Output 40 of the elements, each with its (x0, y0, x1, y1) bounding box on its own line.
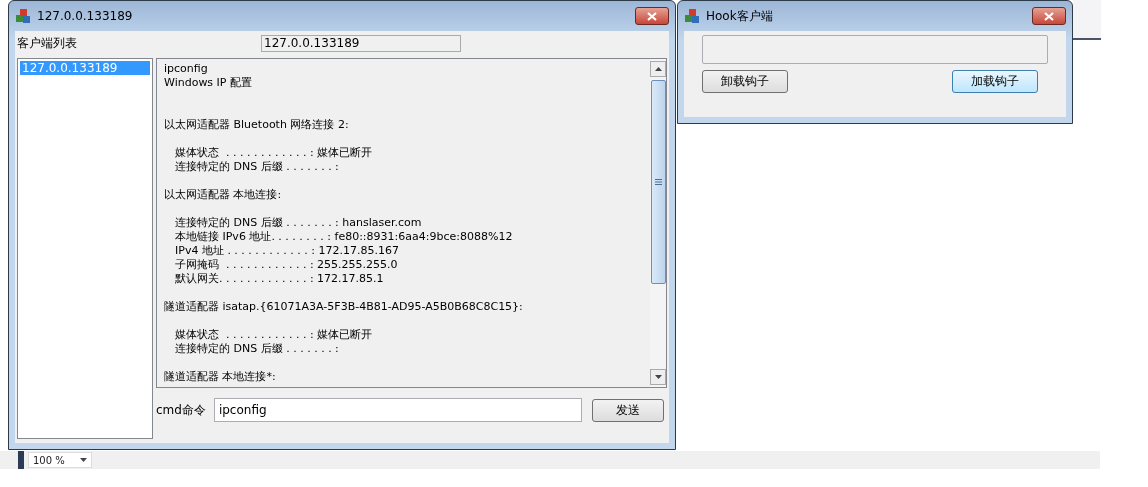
output-line: Windows IP 配置 (164, 76, 252, 90)
close-icon (1044, 11, 1054, 21)
zoom-dropdown[interactable]: 100 % (28, 452, 92, 468)
output-line: 隧道适配器 本地连接*: (164, 370, 276, 384)
grip-icon (654, 179, 662, 185)
output-line: 子网掩码 . . . . . . . . . . . . : 255.255.255.0 (175, 258, 398, 272)
output-line: 本地链接 IPv6 地址. . . . . . . . : fe80::8931:6aa4:9bce:8088%12 (175, 230, 513, 244)
send-button[interactable]: 发送 (591, 398, 664, 422)
scrollbar-thumb[interactable] (650, 80, 666, 284)
hook-button[interactable]: 卸载钩子 (702, 70, 788, 93)
close-button[interactable] (635, 7, 669, 25)
app-icon (684, 8, 700, 24)
app-icon (15, 8, 31, 24)
scroll-down-button[interactable] (650, 369, 666, 385)
caret-up-icon (654, 67, 662, 71)
caret-down-icon (80, 458, 87, 462)
output-line: 媒体状态 . . . . . . . . . . . . : 媒体已断开 (175, 146, 373, 160)
output-line: ipconfig (164, 62, 208, 76)
output-line: 以太网适配器 本地连接: (164, 188, 282, 202)
close-icon (647, 11, 657, 21)
output-line: 以太网适配器 Bluetooth 网络连接 2: (164, 118, 349, 132)
output-line: 隧道适配器 isatap.{61071A3A-5F3B-4B81-AD95-A5B0B68C8C15}: (164, 300, 523, 314)
output-line: 连接特定的 DNS 后缀 . . . . . . . : hanslaser.com (175, 216, 422, 230)
client-list-label: 客户端列表 (17, 35, 77, 52)
cmd-input[interactable]: ipconfig (213, 398, 582, 422)
output-line: 连接特定的 DNS 后缀 . . . . . . . : (175, 342, 339, 356)
cmd-label: cmd命令 (156, 401, 206, 419)
output-line: IPv4 地址 . . . . . . . . . . . . : 172.17.85.167 (175, 244, 399, 258)
caret-down-icon (654, 375, 662, 379)
hook-button[interactable]: 加载钩子 (952, 70, 1038, 93)
background-window (1073, 0, 1101, 40)
scroll-up-button[interactable] (650, 61, 666, 77)
window-title: 127.0.0.133189 (37, 9, 134, 23)
selected-client-field: 127.0.0.133189 (261, 35, 461, 52)
output-line: 默认网关. . . . . . . . . . . . . : 172.17.85.1 (175, 272, 384, 286)
vertical-scrollbar[interactable] (650, 59, 666, 387)
close-button[interactable] (1032, 7, 1066, 25)
window-title: Hook客户端 (706, 7, 774, 25)
output-line: 连接特定的 DNS 后缀 . . . . . . . : (175, 160, 339, 174)
output-line: 媒体状态 . . . . . . . . . . . . : 媒体已断开 (175, 328, 373, 342)
